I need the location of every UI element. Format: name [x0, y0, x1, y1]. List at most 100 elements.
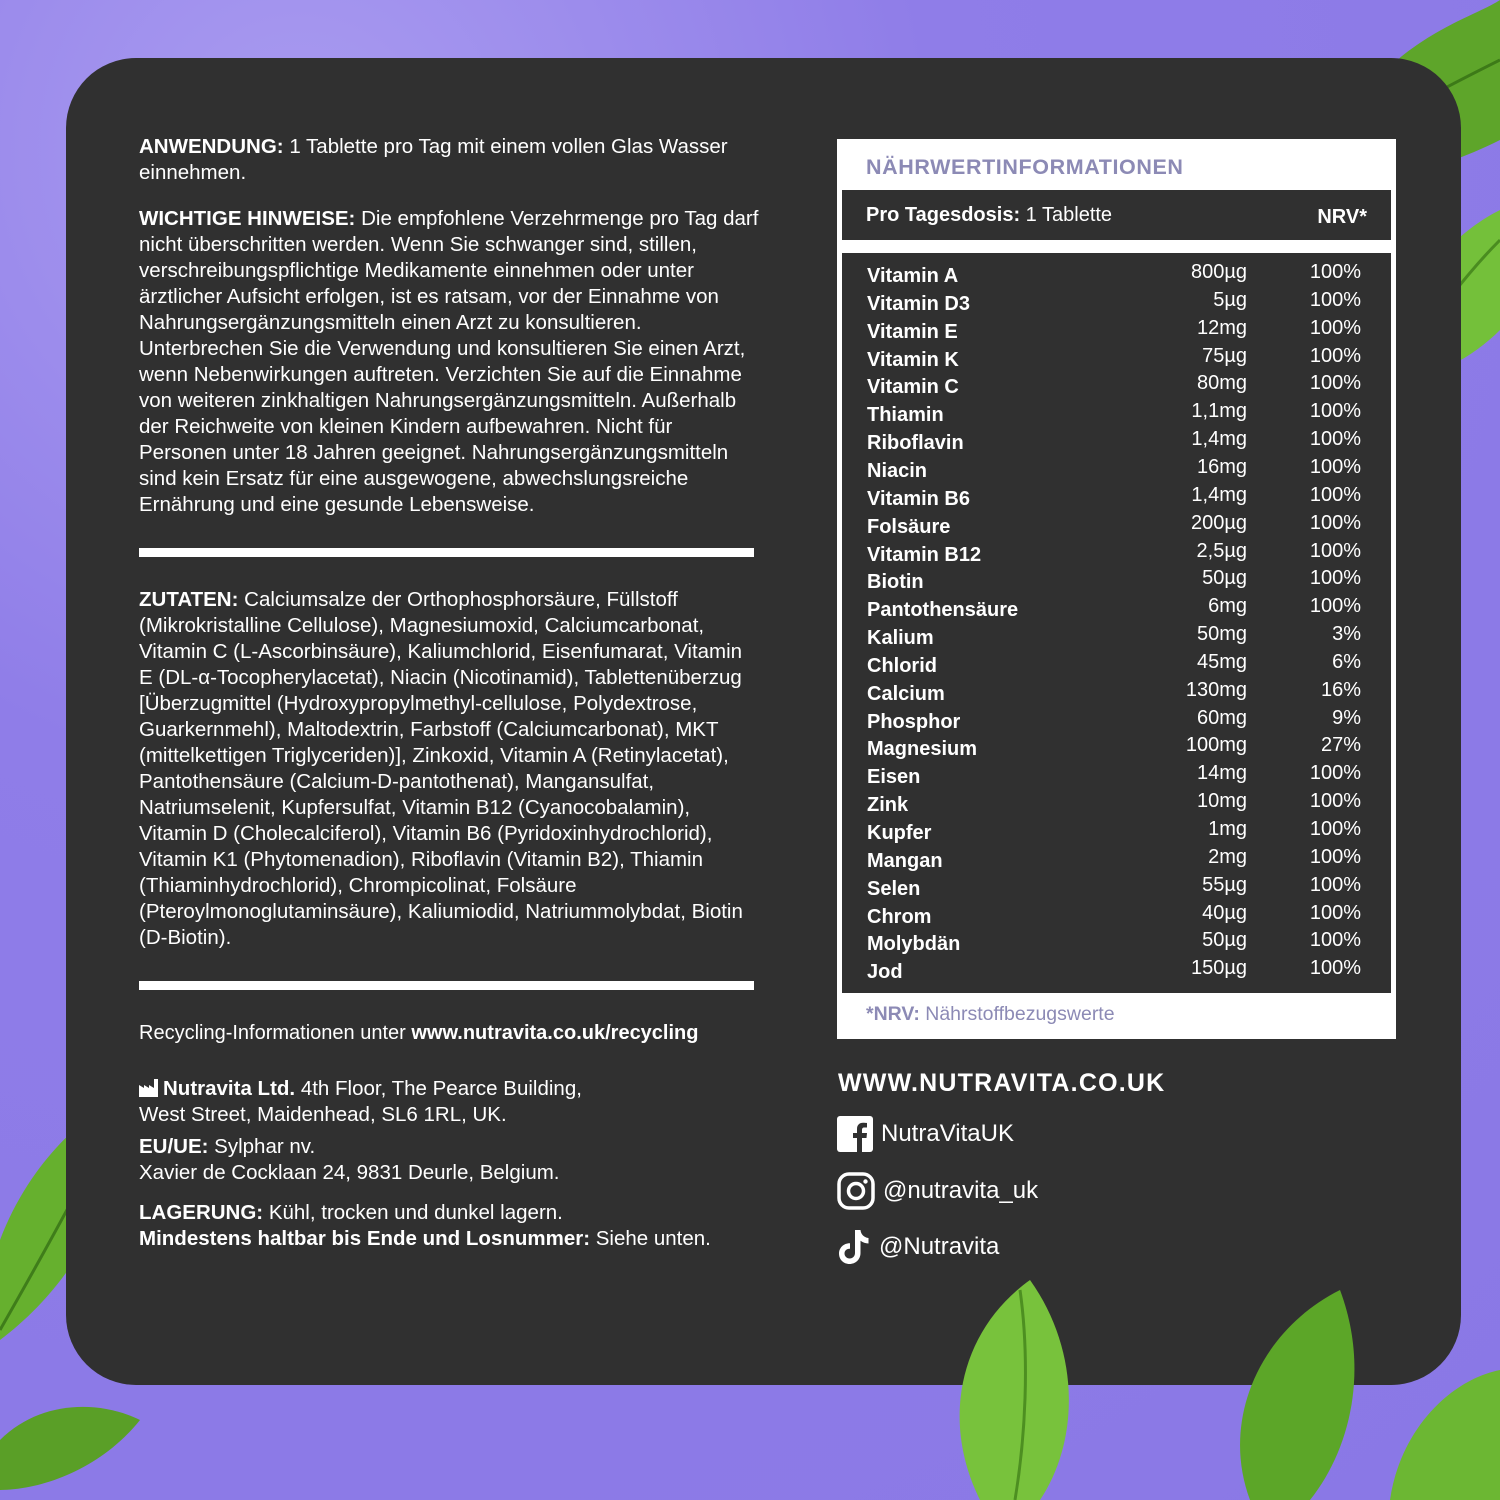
nutrient-amount: 14mg — [1196, 762, 1247, 785]
nutrient-nrv: 100% — [1309, 261, 1361, 283]
nutrient-amount: 1,4mg — [1191, 483, 1247, 506]
nutrient-nrv: 100% — [1309, 288, 1361, 311]
tiktok-link[interactable]: @Nutravita — [837, 1229, 999, 1265]
address-section: Nutravita Ltd. 4th Floor, The Pearce Bui… — [139, 1076, 759, 1252]
instagram-handle: @nutravita_uk — [883, 1177, 1039, 1204]
nutrient-row: Vitamin E 12mg 100% — [842, 317, 1391, 345]
nutrient-name: Folsäure — [867, 515, 951, 538]
nutrient-nrv: 100% — [1309, 901, 1361, 924]
nrv-footnote-label: *NRV: — [866, 1003, 920, 1025]
nutrient-name: Chrom — [867, 905, 932, 928]
nutrient-amount: 16mg — [1196, 455, 1247, 478]
nutrient-nrv: 100% — [1309, 428, 1361, 451]
nutrient-amount: 40µg — [1202, 901, 1247, 924]
nutrient-name: Chlorid — [867, 654, 937, 677]
nutrient-nrv: 100% — [1309, 400, 1361, 423]
facebook-link[interactable]: NutraVitaUK — [837, 1116, 1014, 1152]
nutrient-row: Zink 10mg 100% — [842, 790, 1391, 818]
nutrient-amount: 50µg — [1202, 929, 1247, 952]
ingredients-text: Calciumsalze der Orthophosphorsäure, Fül… — [139, 588, 743, 949]
facebook-icon — [837, 1116, 873, 1152]
nutrient-nrv: 100% — [1309, 567, 1361, 590]
recycling-link[interactable]: www.nutravita.co.uk/recycling — [411, 1022, 698, 1044]
nutrient-name: Mangan — [867, 849, 943, 872]
nutrient-amount: 80mg — [1196, 372, 1247, 395]
website-link[interactable]: WWW.NUTRAVITA.CO.UK — [838, 1069, 1165, 1098]
company-address: Nutravita Ltd. 4th Floor, The Pearce Bui… — [139, 1076, 759, 1128]
nutrient-row: Biotin 50µg 100% — [842, 567, 1391, 595]
nutrient-nrv: 100% — [1309, 372, 1361, 395]
nutrient-amount: 60mg — [1196, 706, 1247, 729]
bestbefore-label: Mindestens haltbar bis Ende und Losnumme… — [139, 1227, 591, 1250]
nutrient-row: Mangan 2mg 100% — [842, 846, 1391, 874]
nutrient-nrv: 100% — [1309, 316, 1361, 339]
eu-line2: Xavier de Cocklaan 24, 9831 Deurle, Belg… — [139, 1161, 560, 1184]
eu-label: EU/UE: — [139, 1135, 209, 1158]
nutrient-name: Vitamin A — [867, 265, 959, 287]
eu-line1: Sylphar nv. — [208, 1135, 316, 1158]
nutrient-name: Kalium — [867, 627, 934, 650]
nutrient-nrv: 100% — [1309, 595, 1361, 618]
dose-value: 1 Tablette — [1020, 204, 1113, 226]
nutrient-nrv: 27% — [1320, 734, 1361, 757]
nutrient-name: Biotin — [867, 571, 924, 594]
dose-label-wrap: Pro Tagesdosis: 1 Tablette — [866, 204, 1112, 227]
nutrient-nrv: 100% — [1309, 957, 1361, 980]
warnings-paragraph: WICHTIGE HINWEISE: Die empfohlene Verzeh… — [139, 206, 759, 518]
eu-address: EU/UE: Sylphar nv. Xavier de Cocklaan 24… — [139, 1134, 759, 1186]
nutrient-name: Zink — [867, 794, 909, 817]
nutrient-amount: 800µg — [1190, 261, 1247, 283]
nutrient-nrv: 100% — [1309, 483, 1361, 506]
nutrient-name: Eisen — [867, 766, 921, 789]
storage-info: LAGERUNG: Kühl, trocken und dunkel lager… — [139, 1200, 759, 1252]
nutrient-nrv: 16% — [1320, 678, 1361, 701]
nutrient-nrv: 100% — [1309, 929, 1361, 952]
tiktok-icon — [839, 1230, 869, 1264]
nutrient-row: Vitamin B6 1,4mg 100% — [842, 484, 1391, 512]
nutrient-row: Calcium 130mg 16% — [842, 679, 1391, 707]
nutrient-amount: 5µg — [1213, 288, 1247, 311]
nutrient-row: Riboflavin 1,4mg 100% — [842, 428, 1391, 456]
nutrient-row: Niacin 16mg 100% — [842, 456, 1391, 484]
nutrient-name: Vitamin K — [867, 348, 959, 371]
nutrient-name: Vitamin D3 — [867, 292, 970, 315]
nutrient-row: Kalium 50mg 3% — [842, 623, 1391, 651]
nutrient-row: Pantothensäure 6mg 100% — [842, 595, 1391, 623]
nutrient-amount: 1,4mg — [1191, 428, 1247, 451]
usage-label: ANWENDUNG: — [139, 135, 284, 158]
ingredients-paragraph: ZUTATEN: Calciumsalze der Orthophosphors… — [139, 587, 759, 951]
nutrient-name: Vitamin B6 — [867, 487, 970, 510]
nutrient-nrv: 100% — [1309, 455, 1361, 478]
nutrient-row: Chrom 40µg 100% — [842, 902, 1391, 930]
nrv-header: NRV* — [1317, 206, 1367, 228]
nutrient-amount: 6mg — [1208, 595, 1247, 618]
nutrient-amount: 10mg — [1196, 790, 1247, 813]
nutrient-nrv: 9% — [1332, 706, 1361, 729]
nutrient-row: Magnesium 100mg 27% — [842, 734, 1391, 762]
warnings-text: Die empfohlene Verzehrmenge pro Tag darf… — [139, 207, 759, 516]
nutrient-name: Vitamin C — [867, 376, 959, 399]
instagram-link[interactable]: @nutravita_uk — [837, 1172, 1038, 1210]
nutrient-amount: 1mg — [1208, 818, 1247, 840]
nutrient-row: Vitamin C 80mg 100% — [842, 372, 1391, 400]
nutrient-nrv: 100% — [1309, 539, 1361, 562]
company-line1: 4th Floor, The Pearce Building, — [295, 1077, 582, 1100]
nutrient-name: Selen — [867, 877, 921, 900]
company-line2: West Street, Maidenhead, SL6 1RL, UK. — [139, 1103, 507, 1126]
nutrient-nrv: 100% — [1309, 845, 1361, 868]
nutrient-name: Jod — [867, 961, 903, 984]
nutrient-amount: 200µg — [1190, 511, 1247, 534]
nutrient-amount: 1,1mg — [1191, 400, 1247, 423]
facebook-handle: NutraVitaUK — [881, 1120, 1014, 1147]
nutrient-nrv: 100% — [1309, 873, 1361, 896]
nutrition-title: NÄHRWERTINFORMATIONEN — [866, 155, 1184, 179]
nutrient-name: Magnesium — [867, 738, 978, 761]
storage-text: Kühl, trocken und dunkel lagern. — [263, 1201, 563, 1224]
nutrient-row: Molybdän 50µg 100% — [842, 929, 1391, 957]
warnings-label: WICHTIGE HINWEISE: — [139, 207, 356, 230]
usage-paragraph: ANWENDUNG: 1 Tablette pro Tag mit einem … — [139, 134, 759, 186]
nutrient-amount: 45mg — [1196, 650, 1247, 673]
nutrient-row: Folsäure 200µg 100% — [842, 512, 1391, 540]
nutrient-name: Pantothensäure — [867, 599, 1019, 622]
nutrient-row: Vitamin D3 5µg 100% — [842, 289, 1391, 317]
